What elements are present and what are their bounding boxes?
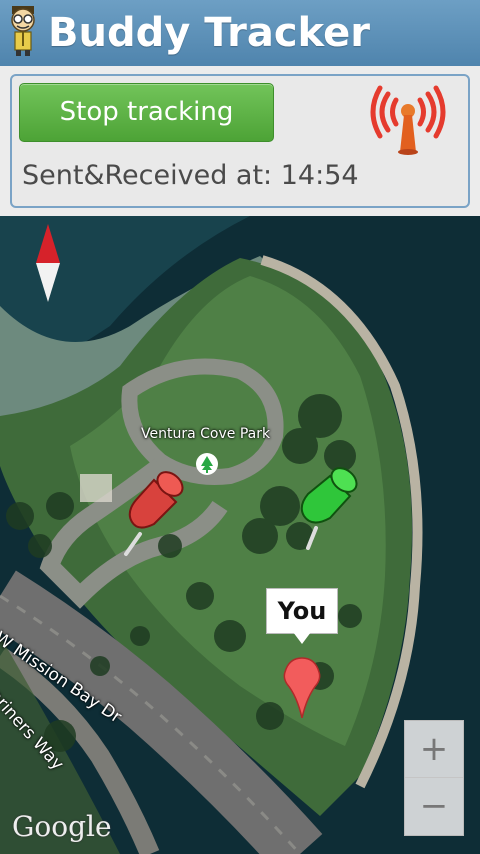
google-attribution: Google <box>12 810 112 843</box>
title-bar: Buddy Tracker <box>0 0 480 67</box>
green-pushpin-icon[interactable] <box>290 456 366 556</box>
zoom-in-button[interactable]: + <box>405 721 463 778</box>
location-marker-icon[interactable] <box>283 656 321 718</box>
you-callout: You <box>266 588 338 634</box>
zoom-controls: + − <box>404 720 464 836</box>
tracking-panel: Stop tracking Sent&Received at: 14:54 <box>10 74 470 208</box>
broadcast-signal-icon <box>370 85 446 155</box>
stop-tracking-button[interactable]: Stop tracking <box>19 83 274 142</box>
app-title: Buddy Tracker <box>48 10 370 56</box>
park-tree-icon[interactable] <box>196 453 218 475</box>
compass-icon[interactable] <box>34 224 62 302</box>
map-view[interactable]: Ventura Cove Park W Mission Bay Dr arine… <box>0 216 480 854</box>
you-callout-tail <box>293 632 311 644</box>
buddy-avatar-icon <box>11 6 35 56</box>
tracking-panel-area: Stop tracking Sent&Received at: 14:54 <box>0 66 480 216</box>
zoom-out-button[interactable]: − <box>405 778 463 834</box>
park-label: Ventura Cove Park <box>141 426 271 442</box>
status-text: Sent&Received at: 14:54 <box>22 160 359 191</box>
red-pushpin-icon[interactable] <box>118 462 194 562</box>
